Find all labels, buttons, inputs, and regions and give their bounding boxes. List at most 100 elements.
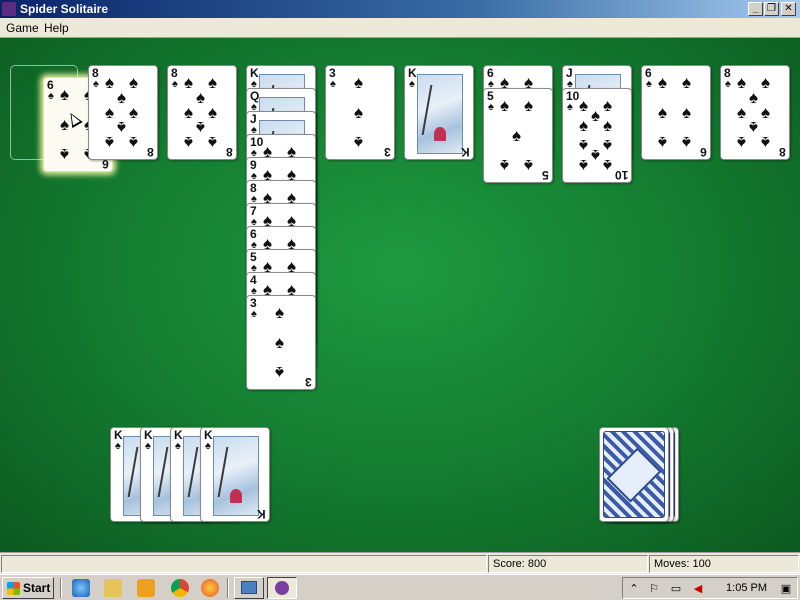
moves-display: Moves: 100 [649,555,799,573]
spade-pip-icon: ♠ [749,118,759,137]
card-3-of-spades[interactable]: 3 ♠ ♠ ♠ ♠ 3 [246,295,316,390]
spade-pip-icon: ♠ [275,333,285,352]
close-button[interactable]: ✕ [781,2,796,16]
spade-pip-icon: ♠ [512,126,522,145]
spade-pip-icon: ♠ [184,133,194,152]
card-6-of-spades[interactable]: 6♠♠♠♠♠♠♠6 [641,65,711,160]
spade-pip-icon: ♠ [591,146,601,165]
card-K-of-spades[interactable]: K♠K [404,65,474,160]
spade-pip-icon: ♠ [658,133,668,152]
spade-icon: ♠ [93,78,99,90]
spider-icon [275,581,289,595]
card-8-of-spades[interactable]: 8♠♠♠♠♠♠♠♠♠8 [167,65,237,160]
spade-pip-icon: ♠ [603,136,613,155]
spade-pip-icon: ♠ [761,103,771,122]
spade-pip-icon: ♠ [761,133,771,152]
spade-icon: ♠ [488,101,494,113]
spade-icon: ♠ [175,440,181,452]
court-card-art [417,74,463,154]
remote-desktop-task[interactable] [234,577,264,599]
spade-pip-icon: ♠ [60,145,70,164]
spade-pip-icon: ♠ [354,103,364,122]
spade-icon: ♠ [48,90,54,102]
taskbar: Start ⌃ ⚐ ▭ ◀ 1:05 PM ▣ [0,574,800,600]
spade-pip-icon: ♠ [105,73,115,92]
spade-pip-icon: ♠ [354,73,364,92]
game-board[interactable]: 6♠♠♠♠♠♠♠68♠♠♠♠♠♠♠♠♠88♠♠♠♠♠♠♠♠♠8K♠KQ♠QJ♠J… [0,38,800,552]
card-rank-bottom: 8 [779,145,786,159]
completed-sequence-king: K♠K [200,427,270,522]
card-rank-bottom: 3 [305,375,312,389]
spade-pip-icon: ♠ [500,156,510,175]
minimize-button[interactable]: _ [748,2,763,16]
flag-icon[interactable]: ⚐ [647,582,661,596]
spade-pip-icon: ♠ [591,106,601,125]
media-player-icon[interactable] [137,579,155,597]
card-10-of-spades[interactable]: 10♠♠♠♠♠♠♠♠♠♠♠10 [562,88,632,183]
spade-pip-icon: ♠ [275,303,285,322]
folder-icon[interactable] [104,579,122,597]
start-button[interactable]: Start [2,577,54,599]
card-rank-bottom: 8 [147,145,154,159]
spade-pip-icon: ♠ [275,363,285,382]
card-8-of-spades[interactable]: 8♠♠♠♠♠♠♠♠♠8 [88,65,158,160]
spade-pip-icon: ♠ [500,96,510,115]
card-rank-bottom: 10 [614,168,628,182]
chevron-up-icon[interactable]: ⌃ [627,582,641,596]
spade-pip-icon: ♠ [524,156,534,175]
spade-pip-icon: ♠ [196,88,206,107]
spade-icon: ♠ [172,78,178,90]
menu-bar: Game Help [0,18,800,38]
card-rank-bottom: 6 [700,145,707,159]
spade-pip-icon: ♠ [129,133,139,152]
internet-explorer-icon[interactable] [72,579,90,597]
spade-pip-icon: ♠ [682,73,692,92]
spade-pip-icon: ♠ [129,73,139,92]
stock-pile-card[interactable] [599,427,669,522]
start-label: Start [23,581,51,595]
spade-pip-icon: ♠ [579,136,589,155]
volume-muted-icon[interactable]: ◀ [691,582,705,596]
chrome-icon[interactable] [171,579,189,597]
menu-game[interactable]: Game [6,21,39,35]
restore-button[interactable]: ❐ [764,2,779,16]
card-5-of-spades[interactable]: 5♠♠♠♠♠♠5 [483,88,553,183]
card-rank-bottom: K [461,145,470,159]
card-rank-bottom: K [257,507,266,521]
monitor-task-icon [241,581,257,594]
spade-pip-icon: ♠ [105,133,115,152]
spade-pip-icon: ♠ [117,118,127,137]
spade-icon: ♠ [330,78,336,90]
spade-pip-icon: ♠ [129,103,139,122]
spade-pip-icon: ♠ [761,73,771,92]
status-bar: Score: 800 Moves: 100 [0,552,800,574]
title-bar[interactable]: Spider Solitaire _ ❐ ✕ [0,0,800,18]
spade-pip-icon: ♠ [117,88,127,107]
spade-pip-icon: ♠ [105,103,115,122]
spade-pip-icon: ♠ [682,103,692,122]
court-card-art [213,436,259,516]
spade-pip-icon: ♠ [579,96,589,115]
spade-pip-icon: ♠ [208,133,218,152]
monitor-icon[interactable]: ▣ [779,582,793,596]
windows-logo-icon [7,582,20,595]
spade-pip-icon: ♠ [603,156,613,175]
score-display: Score: 800 [488,555,648,573]
clock[interactable]: 1:05 PM [726,582,767,594]
spider-solitaire-app-icon [2,2,16,16]
spade-pip-icon: ♠ [682,133,692,152]
spade-pip-icon: ♠ [208,73,218,92]
spade-icon: ♠ [205,440,211,452]
system-tray: ⌃ ⚐ ▭ ◀ 1:05 PM ▣ [622,577,798,599]
network-icon[interactable]: ▭ [669,582,683,596]
spider-solitaire-task[interactable] [267,577,297,599]
card-3-of-spades[interactable]: 3 ♠ ♠ ♠ ♠ 3 [325,65,395,160]
spade-icon: ♠ [251,308,257,320]
status-message-pane [1,555,487,573]
spade-pip-icon: ♠ [354,133,364,152]
firefox-icon[interactable] [201,579,219,597]
spade-pip-icon: ♠ [658,73,668,92]
spade-pip-icon: ♠ [184,73,194,92]
menu-help[interactable]: Help [44,21,69,35]
card-8-of-spades[interactable]: 8♠♠♠♠♠♠♠♠♠8 [720,65,790,160]
